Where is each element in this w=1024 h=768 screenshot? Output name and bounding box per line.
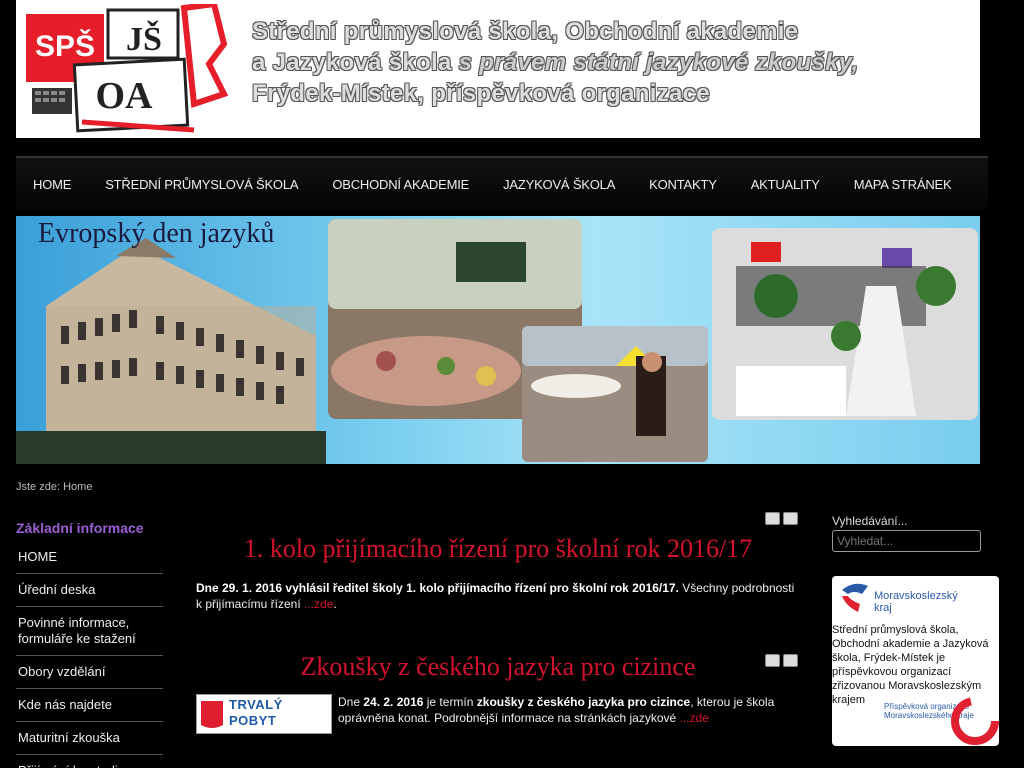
left-menu: HOME Úřední deska Povinné informace, for… xyxy=(16,541,163,768)
print-icon[interactable] xyxy=(765,512,780,525)
trvaly-pobyt-badge[interactable]: TRVALÝ POBYT xyxy=(196,694,332,734)
search-input[interactable] xyxy=(832,530,981,552)
breadcrumb-prefix: Jste zde: xyxy=(16,481,61,493)
badge-label: TRVALÝ POBYT xyxy=(229,697,283,728)
print-icon[interactable] xyxy=(765,654,780,667)
header-line1: Střední průmyslová škola, Obchodní akade… xyxy=(252,18,799,45)
nav-home[interactable]: HOME xyxy=(16,177,88,192)
article-1-bold: Dne 29. 1. 2016 vyhlásil ředitel školy 1… xyxy=(196,581,679,595)
school-logo[interactable]: SPŠ JŠ OA xyxy=(24,4,236,136)
logo-js: JŠ xyxy=(126,20,162,58)
header-line3: Frýdek-Místek, příspěvková organizace xyxy=(252,80,710,107)
header-line2-italic: s právem státní jazykové zkoušky, xyxy=(458,49,859,76)
article-2-link[interactable]: ...zde xyxy=(680,711,709,725)
left-item-home[interactable]: HOME xyxy=(16,541,163,574)
flag-icon xyxy=(201,701,223,728)
nav-oa[interactable]: OBCHODNÍ AKADEMIE xyxy=(315,177,486,192)
logo-sps: SPŠ xyxy=(35,29,95,63)
hero-banner[interactable]: Evropský den jazyků xyxy=(16,216,980,464)
hero-collage xyxy=(16,219,978,464)
nav-mapa[interactable]: MAPA STRÁNEK xyxy=(837,177,969,192)
msk-ring-icon xyxy=(951,697,999,745)
breadcrumb: Jste zde: Home xyxy=(16,481,92,493)
main-nav: HOME STŘEDNÍ PRŮMYSLOVÁ ŠKOLA OBCHODNÍ A… xyxy=(16,158,988,210)
hero-title: Evropský den jazyků xyxy=(38,218,275,249)
nav-kontakty[interactable]: KONTAKTY xyxy=(632,177,734,192)
email-icon[interactable] xyxy=(783,512,798,525)
search-label: Vyhledávání... xyxy=(832,514,908,528)
left-menu-title: Základní informace xyxy=(16,520,144,536)
article-1-tools xyxy=(765,512,798,525)
main-content: 1. kolo přijímacího řízení pro školní ro… xyxy=(196,510,800,734)
logo-oa: OA xyxy=(96,75,154,117)
article-1-link[interactable]: ...zde xyxy=(304,597,333,611)
left-item-maturitni-zkouska[interactable]: Maturitní zkouška xyxy=(16,722,163,755)
article-1-title[interactable]: 1. kolo přijímacího řízení pro školní ro… xyxy=(196,534,800,564)
msk-info-box[interactable]: Moravskoslezský kraj Střední průmyslová … xyxy=(832,576,999,746)
left-item-uredni-deska[interactable]: Úřední deska xyxy=(16,574,163,607)
article-2-text: TRVALÝ POBYT Dne 24. 2. 2016 je termín z… xyxy=(196,694,800,734)
msk-logo-icon xyxy=(842,583,868,612)
msk-logo-text: Moravskoslezský kraj xyxy=(874,590,958,614)
breadcrumb-home-link[interactable]: Home xyxy=(63,481,92,493)
site-header: SPŠ JŠ OA Střední průmyslová škola, Obch… xyxy=(16,0,980,138)
nav-sps[interactable]: STŘEDNÍ PRŮMYSLOVÁ ŠKOLA xyxy=(88,177,315,192)
article-1-text: Dne 29. 1. 2016 vyhlásil ředitel školy 1… xyxy=(196,581,795,611)
left-item-povinne-informace[interactable]: Povinné informace, formuláře ke stažení xyxy=(16,607,163,656)
nav-aktuality[interactable]: AKTUALITY xyxy=(734,177,837,192)
header-line2-prefix: a Jazyková škola xyxy=(252,49,452,76)
left-item-obory[interactable]: Obory vzdělání xyxy=(16,656,163,689)
header-line2: a Jazyková škola s právem státní jazykov… xyxy=(252,47,858,78)
article-2-title[interactable]: Zkoušky z českého jazyka pro cizince xyxy=(196,652,800,682)
left-item-prijimani[interactable]: Přijímání ke studiu xyxy=(16,755,163,768)
email-icon[interactable] xyxy=(783,654,798,667)
nav-js[interactable]: JAZYKOVÁ ŠKOLA xyxy=(486,177,632,192)
left-item-kde-nas-najdete[interactable]: Kde nás najdete xyxy=(16,689,163,722)
article-2-tools xyxy=(765,654,798,667)
header-title: Střední průmyslová škola, Obchodní akade… xyxy=(252,16,858,109)
